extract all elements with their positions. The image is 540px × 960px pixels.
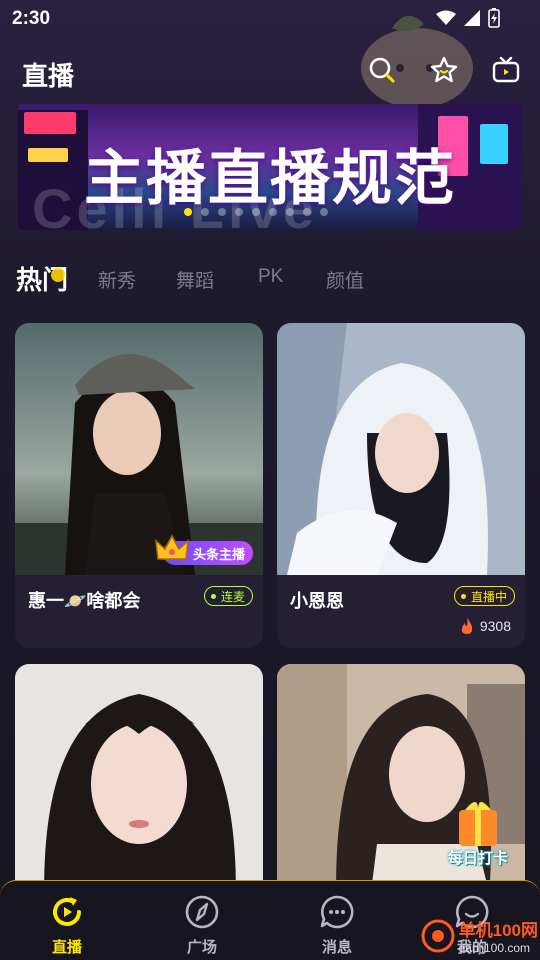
banner-dot[interactable] bbox=[269, 208, 277, 216]
watermark-url: danji100.com bbox=[458, 941, 531, 955]
sparkle-icon bbox=[51, 268, 65, 282]
tv-icon bbox=[492, 56, 520, 83]
battery-icon bbox=[488, 8, 500, 28]
streamer-name: 小恩恩 bbox=[290, 591, 344, 611]
tv-button[interactable] bbox=[490, 54, 522, 86]
fire-icon bbox=[461, 618, 472, 634]
streamer-name: 惠一🪐啥都会 bbox=[28, 591, 141, 611]
viewer-count: 9308 bbox=[459, 617, 511, 635]
headline-streamer-label: 头条主播 bbox=[192, 546, 245, 562]
banner-dot[interactable] bbox=[235, 208, 243, 216]
category-tabs: 热门 新秀 舞蹈 PK 颜值 bbox=[16, 258, 526, 298]
tab-dance[interactable]: 舞蹈 bbox=[176, 266, 214, 293]
banner-dot[interactable] bbox=[303, 208, 311, 216]
watermark-brand: 单机100网 bbox=[458, 921, 538, 940]
badge-dot-icon bbox=[210, 593, 216, 599]
header: 直播 bbox=[0, 52, 540, 92]
gift-icon bbox=[459, 802, 497, 846]
search-icon bbox=[369, 57, 395, 83]
banner-dot[interactable] bbox=[252, 208, 260, 216]
tab-pk[interactable]: PK bbox=[258, 266, 283, 288]
nav-label: 消息 bbox=[321, 939, 352, 956]
stream-cover-image bbox=[15, 323, 263, 575]
status-badge-link: 连麦 bbox=[203, 586, 253, 606]
live-refresh-icon bbox=[53, 897, 81, 926]
star-icon bbox=[430, 56, 458, 83]
nav-live[interactable]: 直播 bbox=[17, 893, 117, 957]
headline-streamer-tag: 头条主播 bbox=[155, 534, 253, 565]
status-time: 2:30 bbox=[12, 8, 51, 29]
live-card[interactable]: 头条主播 惠一🪐啥都会 连麦 bbox=[15, 323, 263, 648]
stream-cover-image bbox=[277, 323, 525, 575]
checkin-label: 每日打卡 bbox=[447, 850, 508, 867]
nav-label: 广场 bbox=[186, 939, 217, 956]
nav-label: 直播 bbox=[51, 939, 82, 956]
daily-checkin-button[interactable]: 每日打卡 bbox=[437, 794, 519, 874]
banner-dot[interactable] bbox=[184, 208, 192, 216]
watermark-logo-icon bbox=[421, 919, 455, 952]
banner-pagination bbox=[184, 208, 328, 216]
banner-dot[interactable] bbox=[201, 208, 209, 216]
nav-plaza[interactable]: 广场 bbox=[152, 893, 252, 957]
banner-dot[interactable] bbox=[286, 208, 294, 216]
favorites-button[interactable] bbox=[428, 54, 460, 86]
chat-icon bbox=[320, 895, 354, 929]
nav-messages[interactable]: 消息 bbox=[287, 893, 387, 957]
site-watermark: 单机100网 danji100.com bbox=[421, 916, 538, 955]
badge-label: 连麦 bbox=[220, 589, 245, 604]
compass-icon bbox=[185, 895, 219, 929]
search-button[interactable] bbox=[366, 54, 398, 86]
status-badge-live: 直播中 bbox=[453, 586, 515, 606]
page-title: 直播 bbox=[22, 61, 75, 91]
badge-dot-icon bbox=[460, 593, 466, 599]
banner-title: 主播直播规范 bbox=[84, 145, 456, 212]
header-actions bbox=[366, 54, 522, 86]
banner-dot[interactable] bbox=[320, 208, 328, 216]
viewer-count-value: 9308 bbox=[479, 618, 511, 634]
tab-newcomer[interactable]: 新秀 bbox=[98, 266, 136, 293]
crown-icon bbox=[155, 534, 189, 560]
badge-label: 直播中 bbox=[470, 589, 507, 604]
tab-looks[interactable]: 颜值 bbox=[326, 266, 364, 293]
banner-dot[interactable] bbox=[218, 208, 226, 216]
live-card[interactable]: 小恩恩 直播中 9308 bbox=[277, 323, 525, 648]
